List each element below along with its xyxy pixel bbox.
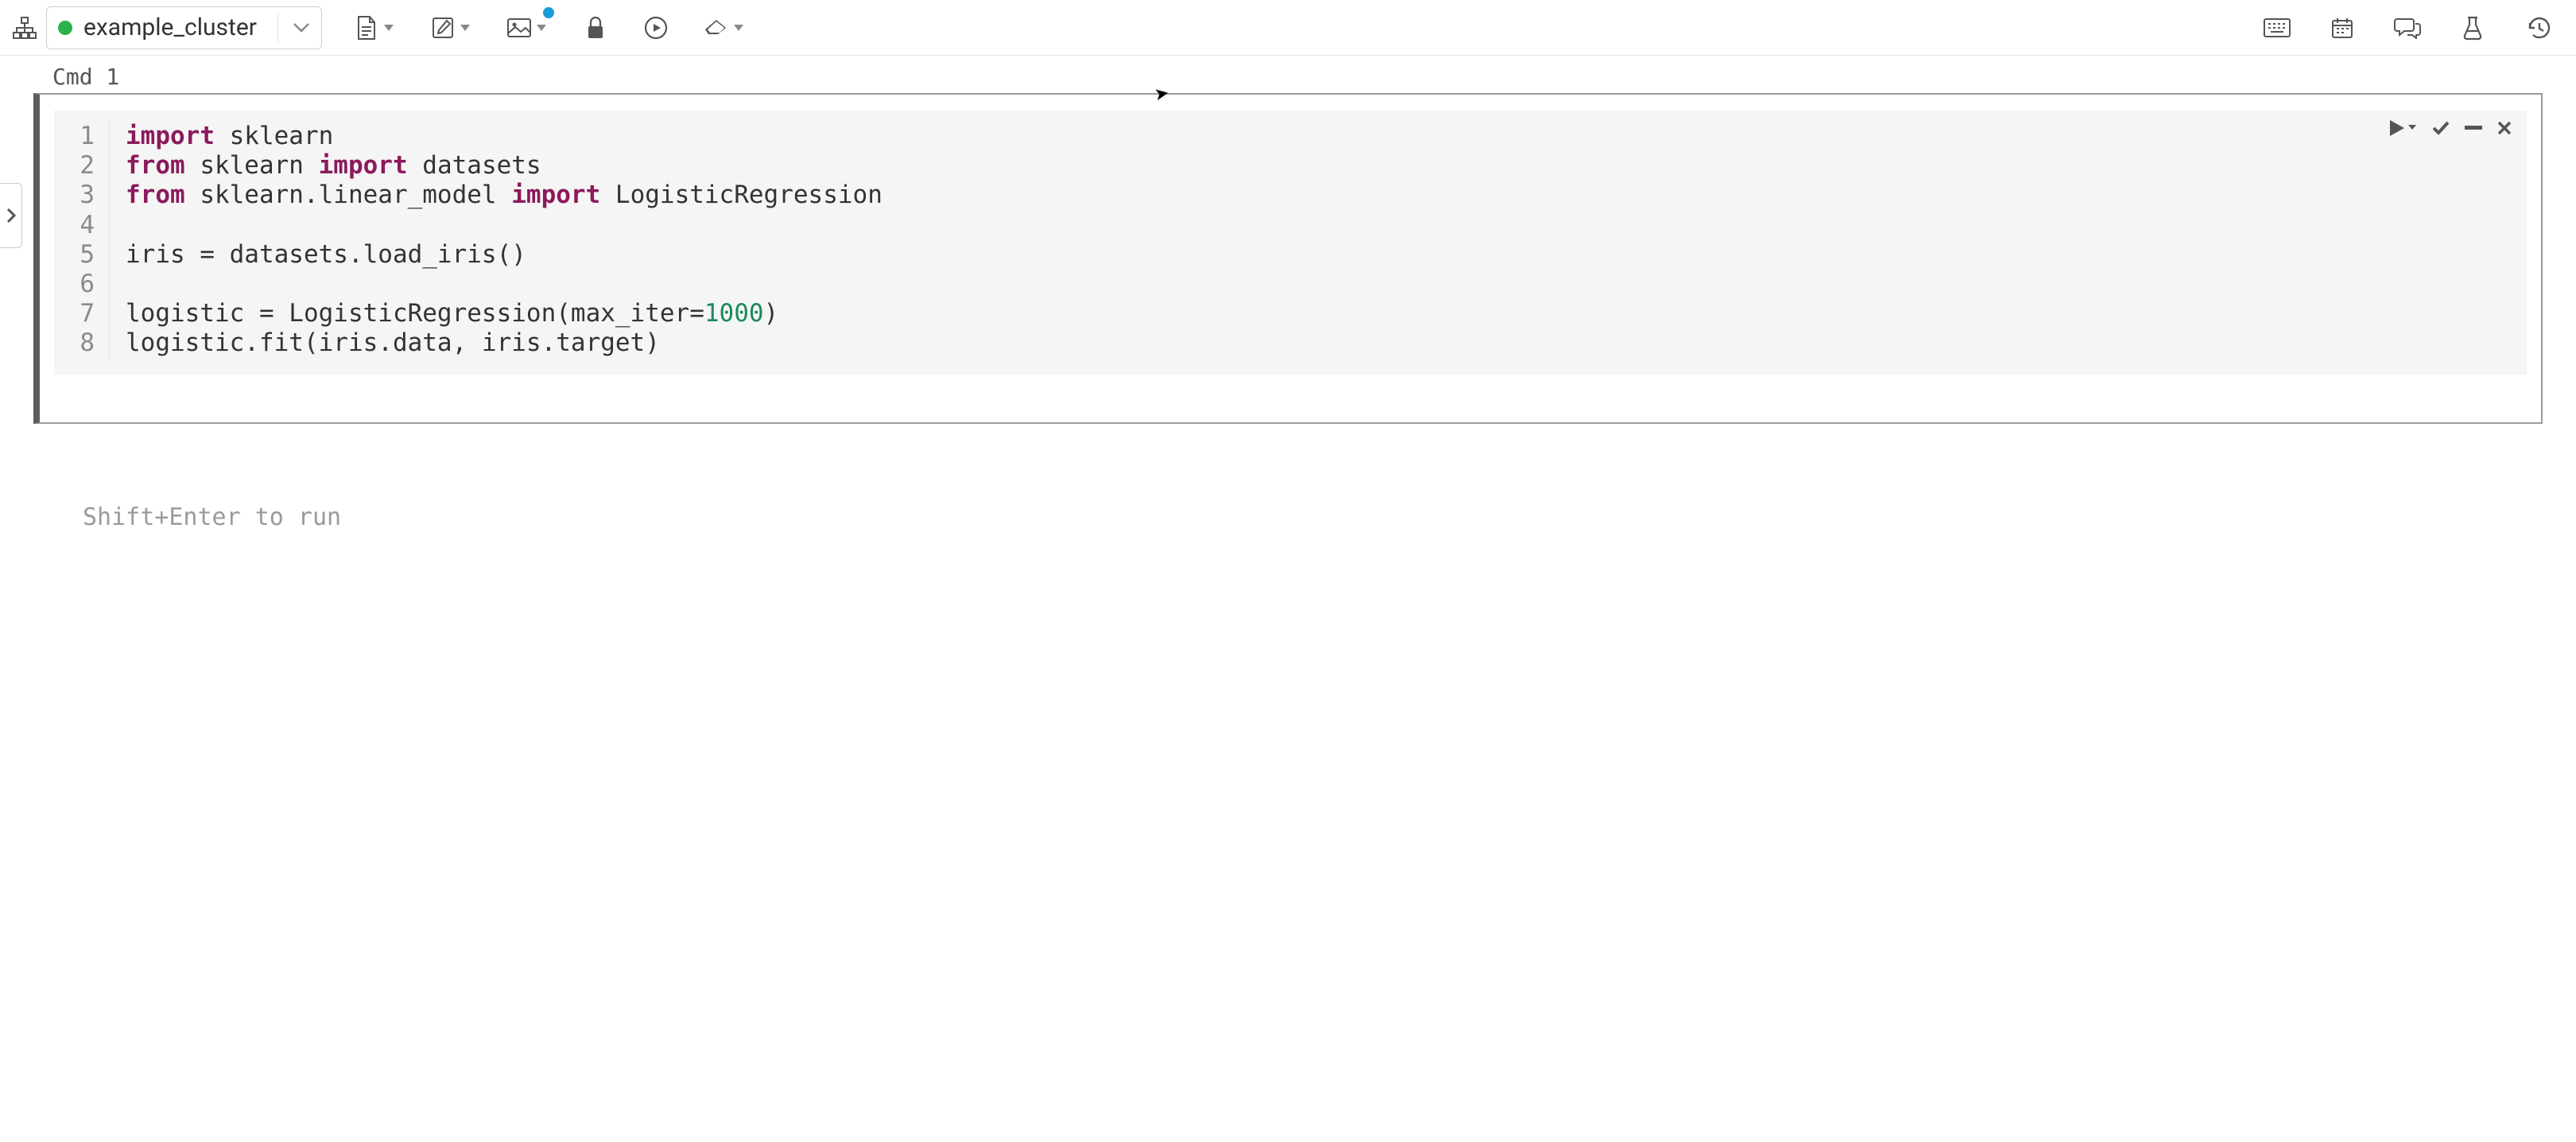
confirm-icon[interactable] <box>2431 120 2450 136</box>
schedule-button[interactable] <box>2326 12 2358 44</box>
code-line[interactable]: 6 <box>54 270 2527 299</box>
close-cell-button[interactable] <box>2496 120 2512 136</box>
line-number: 5 <box>54 240 110 270</box>
code-text[interactable] <box>110 211 141 240</box>
insert-image-button[interactable] <box>503 12 535 44</box>
cluster-name: example_cluster <box>83 14 257 41</box>
line-number: 4 <box>54 211 110 240</box>
chevron-down-icon[interactable] <box>293 22 310 33</box>
clear-menu-button[interactable] <box>700 12 732 44</box>
code-line[interactable]: 8logistic.fit(iris.data, iris.target) <box>54 328 2527 358</box>
line-number: 7 <box>54 299 110 328</box>
line-number: 3 <box>54 181 110 210</box>
cluster-selector[interactable]: example_cluster <box>46 6 322 49</box>
divider <box>277 14 278 42</box>
code-text[interactable]: from sklearn.linear_model import Logisti… <box>110 181 883 210</box>
run-cell-button[interactable] <box>2388 118 2417 138</box>
file-menu-button[interactable] <box>351 12 382 44</box>
code-line[interactable]: 4 <box>54 211 2527 240</box>
permissions-lock-button[interactable] <box>580 12 611 44</box>
run-hint: Shift+Enter to run <box>0 424 2576 531</box>
code-text[interactable]: logistic = LogisticRegression(max_iter=1… <box>110 299 778 328</box>
right-toolbar <box>2261 12 2563 44</box>
code-text[interactable]: logistic.fit(iris.data, iris.target) <box>110 328 660 358</box>
collapse-cell-button[interactable] <box>2465 126 2482 130</box>
line-number: 1 <box>54 122 110 151</box>
code-line[interactable]: 3from sklearn.linear_model import Logist… <box>54 181 2527 210</box>
code-text[interactable]: from sklearn import datasets <box>110 151 541 181</box>
run-all-button[interactable] <box>640 12 672 44</box>
code-text[interactable]: iris = datasets.load_iris() <box>110 240 526 270</box>
cluster-status-dot <box>58 21 72 35</box>
line-number: 8 <box>54 328 110 358</box>
keyboard-shortcuts-button[interactable] <box>2261 12 2293 44</box>
cell-actions <box>2388 118 2512 138</box>
revision-history-button[interactable] <box>2522 12 2554 44</box>
code-text[interactable] <box>110 270 141 299</box>
line-number: 2 <box>54 151 110 181</box>
code-line[interactable]: 2from sklearn import datasets <box>54 151 2527 181</box>
experiments-button[interactable] <box>2457 12 2489 44</box>
sidebar-expand-button[interactable] <box>0 183 22 248</box>
code-editor[interactable]: 1import sklearn2from sklearn import data… <box>54 111 2527 375</box>
notebook-toolbar: example_cluster <box>0 0 2576 56</box>
line-number: 6 <box>54 270 110 299</box>
code-line[interactable]: 7logistic = LogisticRegression(max_iter=… <box>54 299 2527 328</box>
notebook-cell[interactable]: 1import sklearn2from sklearn import data… <box>33 93 2543 424</box>
code-text[interactable]: import sklearn <box>110 122 333 151</box>
edit-menu-button[interactable] <box>427 12 459 44</box>
code-line[interactable]: 5iris = datasets.load_iris() <box>54 240 2527 270</box>
cell-label: Cmd 1 <box>0 56 2576 93</box>
code-line[interactable]: 1import sklearn <box>54 122 2527 151</box>
sitemap-icon[interactable] <box>13 17 37 39</box>
comments-button[interactable] <box>2392 12 2423 44</box>
notification-dot <box>543 7 554 18</box>
